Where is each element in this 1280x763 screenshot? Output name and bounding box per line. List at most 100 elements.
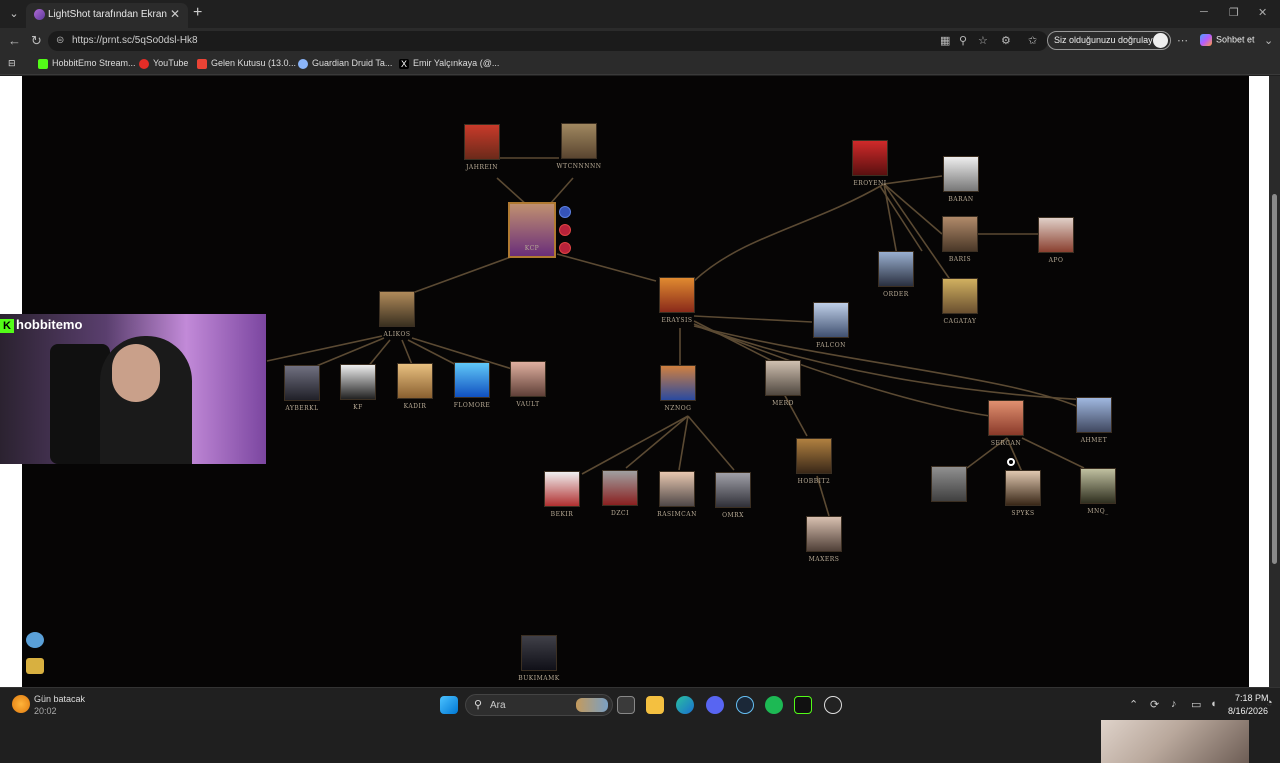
tab-list-button[interactable]: ⌄ [6, 6, 22, 22]
clock-date[interactable]: 8/16/2026 [1228, 706, 1268, 716]
edge-browser-icon[interactable] [676, 696, 694, 714]
node-avatar [454, 362, 490, 398]
network-icon[interactable]: ▭ [1191, 698, 1201, 711]
back-icon[interactable]: ← [8, 33, 21, 48]
node-label: ALIKOS [383, 331, 411, 338]
reader-view-icon[interactable]: ▦ [940, 34, 950, 47]
node-avatar [510, 361, 546, 397]
windows-taskbar: Gün batacak 20:02 ⚲ Ara ⌃ ⟳ ♪ ▭ ◖ 7:18 P… [0, 687, 1280, 720]
node-avatar [813, 302, 849, 338]
node-avatar [521, 635, 557, 671]
copilot-chat-button[interactable]: Sohbet et [1200, 34, 1255, 46]
file-explorer-icon[interactable] [646, 696, 664, 714]
scrollbar-thumb[interactable] [1272, 194, 1277, 564]
edge [581, 415, 689, 475]
new-tab-icon[interactable]: + [193, 4, 202, 22]
link-icon[interactable] [559, 206, 571, 218]
streaming-app-icon[interactable] [794, 696, 812, 714]
node-label: FALCON [816, 342, 846, 349]
node-avatar [852, 140, 888, 176]
page-margin-right [1249, 76, 1269, 687]
microphone-icon[interactable]: ♪ [1171, 698, 1177, 710]
start-windows-icon[interactable] [440, 696, 458, 714]
remove-icon[interactable] [559, 242, 571, 254]
favorites-icon[interactable]: ✩ [1028, 34, 1037, 47]
emote-icon [26, 658, 44, 674]
delete-icon[interactable] [559, 224, 571, 236]
gmail-icon [197, 58, 207, 69]
bookmarks-panel-icon[interactable]: ⊟ [8, 58, 16, 69]
tab-title: LightShot tarafından Ekran Görüntüsü [48, 9, 168, 20]
url-text: https://prnt.sc/5qSo0dsl-Hk8 [72, 35, 198, 46]
steam-icon[interactable] [736, 696, 754, 714]
node-avatar [397, 363, 433, 399]
node-avatar [806, 516, 842, 552]
node-avatar [765, 360, 801, 396]
node-avatar [1080, 468, 1116, 504]
node-label: NZNOG [664, 405, 692, 412]
close-window-icon[interactable]: ✕ [1258, 6, 1267, 19]
extensions-icon[interactable]: ⚙ [1001, 34, 1011, 47]
sidebar-chevron-icon[interactable]: ⌄ [1264, 34, 1273, 47]
favorite-star-icon[interactable]: ☆ [978, 34, 988, 47]
verify-identity-button[interactable]: Siz olduğunuzu doğrulayın [1047, 31, 1171, 50]
zoom-icon[interactable]: ⚲ [959, 34, 967, 47]
clock-time[interactable]: 7:18 PM [1235, 693, 1269, 703]
bookmark-guardian-druid[interactable]: Guardian Druid Ta... [298, 58, 392, 69]
node-avatar [284, 365, 320, 401]
weather-sunset-icon[interactable] [12, 695, 30, 713]
node-avatar [1038, 217, 1074, 253]
update-icon[interactable]: ⟳ [1150, 698, 1159, 711]
task-view-icon[interactable] [617, 696, 635, 714]
node-avatar [1076, 397, 1112, 433]
node-label: ERAYSIS [661, 317, 693, 324]
taskbar-search[interactable]: ⚲ Ara [465, 694, 613, 716]
minimize-icon[interactable]: ─ [1200, 6, 1208, 18]
node-avatar [659, 277, 695, 313]
bookmark-hobbitemo[interactable]: HobbitEmo Stream... [38, 58, 136, 69]
node-avatar [943, 156, 979, 192]
node-avatar [878, 251, 914, 287]
volume-icon[interactable]: ◖ [1210, 698, 1217, 710]
maximize-icon[interactable]: ❐ [1229, 6, 1239, 19]
node-label: BARAN [948, 196, 974, 203]
active-tab[interactable]: LightShot tarafından Ekran Görüntüsü ✕ [26, 3, 188, 28]
bookmark-youtube[interactable]: YouTube [139, 58, 188, 69]
edge [403, 253, 520, 297]
bookmark-x[interactable]: X Emir Yalçınkaya (@... [399, 58, 499, 69]
edge [625, 415, 689, 469]
profile-avatar [1153, 33, 1168, 48]
copilot-icon [1200, 34, 1212, 46]
kick-icon [38, 58, 48, 69]
node-label: HOBBIT2 [797, 478, 831, 485]
tab-close-icon[interactable]: ✕ [170, 7, 180, 21]
tray-chevron-icon[interactable]: ⌃ [1129, 698, 1138, 711]
edge [879, 185, 923, 252]
obs-icon[interactable] [824, 696, 842, 714]
node-avatar [660, 365, 696, 401]
edge [693, 183, 885, 282]
node-label: ORDER [883, 291, 909, 298]
site-info-icon[interactable]: ⊜ [56, 35, 64, 46]
node-label: CAGATAY [943, 318, 977, 325]
url-field[interactable]: ⊜ https://prnt.sc/5qSo0dsl-Hk8 [48, 31, 1048, 51]
kick-logo-icon: K [0, 318, 14, 333]
edge [687, 415, 735, 471]
node-avatar [942, 216, 978, 252]
discord-icon[interactable] [706, 696, 724, 714]
spotify-icon[interactable] [765, 696, 783, 714]
notification-bell-icon[interactable]: ◔ [1266, 697, 1273, 709]
node-avatar [931, 466, 967, 502]
weather-title: Gün batacak [34, 694, 86, 704]
streamer-name: Khobbitemo [0, 317, 82, 333]
edge [556, 253, 657, 282]
node-label: MERD [772, 400, 794, 407]
bookmark-gmail[interactable]: Gelen Kutusu (13.0... [197, 58, 296, 69]
refresh-icon[interactable]: ↻ [31, 33, 42, 49]
youtube-icon [139, 58, 149, 69]
more-menu-icon[interactable]: ⋯ [1177, 34, 1188, 47]
node-label: SPYKS [1011, 510, 1035, 517]
node-label: JAHREIN [466, 164, 498, 171]
page-scrollbar[interactable] [1269, 76, 1280, 687]
node-avatar [561, 123, 597, 159]
